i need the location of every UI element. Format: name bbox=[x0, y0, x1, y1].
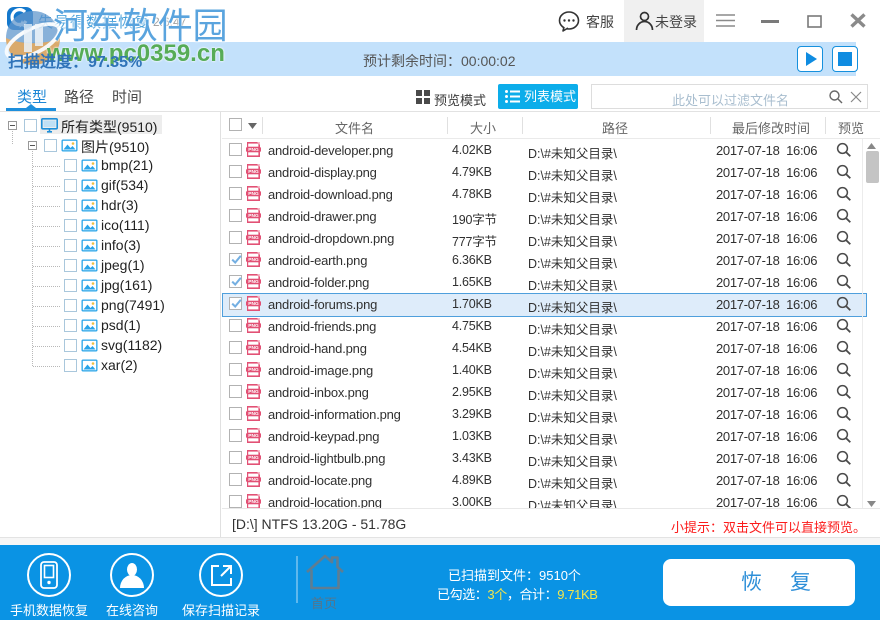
svg-text:PNG: PNG bbox=[248, 301, 259, 307]
svg-text:PNG: PNG bbox=[248, 367, 259, 373]
svg-text:PNG: PNG bbox=[248, 411, 259, 417]
svg-text:PNG: PNG bbox=[248, 323, 259, 329]
svg-text:PNG: PNG bbox=[248, 499, 259, 505]
svg-text:PNG: PNG bbox=[248, 279, 259, 285]
svg-text:PNG: PNG bbox=[248, 433, 259, 439]
svg-text:PNG: PNG bbox=[248, 191, 259, 197]
svg-text:PNG: PNG bbox=[248, 345, 259, 351]
svg-text:PNG: PNG bbox=[248, 235, 259, 241]
svg-text:PNG: PNG bbox=[248, 169, 259, 175]
svg-text:PNG: PNG bbox=[248, 455, 259, 461]
svg-text:PNG: PNG bbox=[248, 257, 259, 263]
svg-text:PNG: PNG bbox=[248, 477, 259, 483]
svg-text:PNG: PNG bbox=[248, 213, 259, 219]
svg-text:PNG: PNG bbox=[248, 389, 259, 395]
svg-text:PNG: PNG bbox=[248, 147, 259, 153]
